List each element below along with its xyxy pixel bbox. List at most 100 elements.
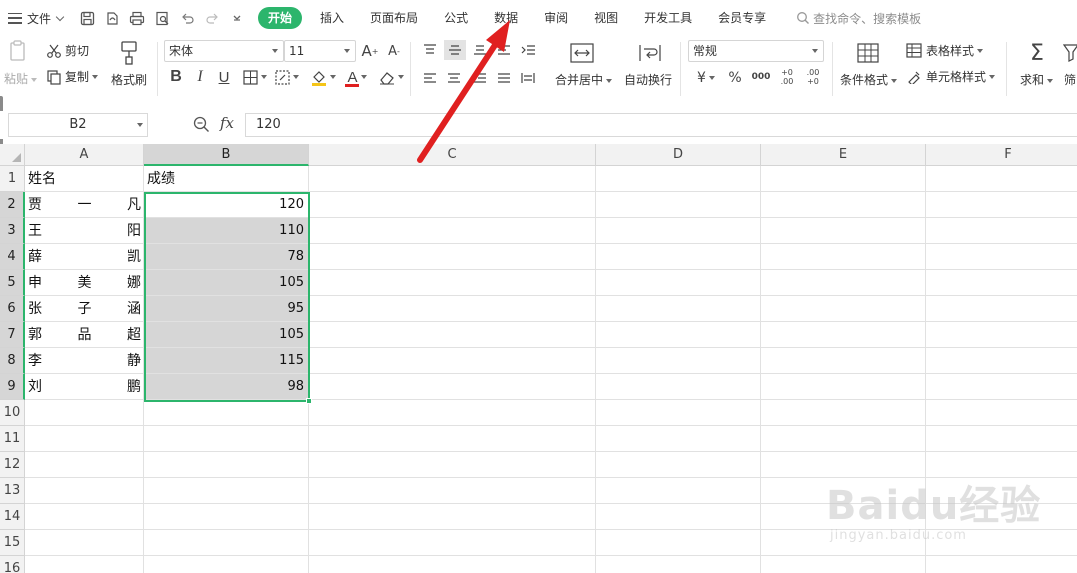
column-header-a[interactable]: A [25, 144, 144, 166]
number-format-select[interactable]: 常规 [688, 40, 824, 62]
empty-cell[interactable] [309, 452, 596, 478]
empty-cell[interactable] [309, 530, 596, 556]
sum-icon[interactable]: Σ [1024, 40, 1050, 66]
tab-insert[interactable]: 插入 [308, 7, 356, 29]
font-color-button[interactable]: A [343, 66, 371, 88]
empty-cell[interactable] [761, 426, 926, 452]
redo-icon[interactable] [202, 8, 222, 28]
empty-cell[interactable] [596, 244, 761, 270]
column-header-c[interactable]: C [309, 144, 596, 166]
empty-cell[interactable] [25, 400, 144, 426]
copy-button[interactable]: 复制 [46, 68, 99, 85]
align-top-icon[interactable] [420, 40, 440, 60]
empty-cell[interactable] [144, 556, 309, 573]
print-icon[interactable] [127, 8, 147, 28]
empty-cell[interactable] [596, 374, 761, 400]
empty-cell[interactable] [596, 322, 761, 348]
text-direction-icon[interactable] [494, 40, 514, 60]
cell-b9[interactable]: 98 [144, 374, 309, 400]
empty-cell[interactable] [596, 504, 761, 530]
row-header[interactable]: 10 [0, 400, 25, 426]
empty-cell[interactable] [596, 192, 761, 218]
percent-format-button[interactable]: % [726, 68, 744, 88]
decrease-decimal-button[interactable]: .00 +0 [802, 66, 824, 88]
empty-cell[interactable] [926, 322, 1077, 348]
empty-cell[interactable] [309, 426, 596, 452]
cut-button[interactable]: 剪切 [46, 42, 89, 59]
empty-cell[interactable] [761, 244, 926, 270]
wrap-text-button[interactable]: 自动换行 [624, 71, 672, 88]
empty-cell[interactable] [144, 400, 309, 426]
row-header[interactable]: 11 [0, 426, 25, 452]
empty-cell[interactable] [761, 192, 926, 218]
empty-cell[interactable] [761, 452, 926, 478]
font-name-select[interactable]: 宋体 [164, 40, 284, 62]
tab-page-layout[interactable]: 页面布局 [358, 7, 430, 29]
align-center-icon[interactable] [444, 68, 464, 88]
row-header[interactable]: 6 [0, 296, 25, 322]
distribute-icon[interactable] [518, 68, 538, 88]
empty-cell[interactable] [144, 478, 309, 504]
cell-b3[interactable]: 110 [144, 218, 309, 244]
empty-cell[interactable] [926, 556, 1077, 573]
tab-review[interactable]: 审阅 [532, 7, 580, 29]
empty-cell[interactable] [761, 504, 926, 530]
empty-cell[interactable] [309, 478, 596, 504]
empty-cell[interactable] [761, 218, 926, 244]
empty-cell[interactable] [309, 166, 596, 192]
increase-decimal-button[interactable]: +0 .00 [776, 66, 798, 88]
row-header[interactable]: 2 [0, 192, 25, 218]
empty-cell[interactable] [926, 374, 1077, 400]
align-bottom-icon[interactable] [470, 40, 490, 60]
currency-format-button[interactable]: ¥ [692, 68, 720, 88]
empty-cell[interactable] [761, 166, 926, 192]
empty-cell[interactable] [309, 322, 596, 348]
tab-developer[interactable]: 开发工具 [632, 7, 704, 29]
format-painter-button[interactable]: 格式刷 [111, 71, 147, 88]
table-style-button[interactable]: 表格样式 [906, 42, 984, 59]
column-header-e[interactable]: E [761, 144, 926, 166]
increase-font-icon[interactable]: A + [360, 40, 380, 62]
row-header[interactable]: 8 [0, 348, 25, 374]
command-search[interactable]: 查找命令、搜索模板 [796, 10, 921, 27]
empty-cell[interactable] [926, 270, 1077, 296]
tab-home[interactable]: 开始 [258, 7, 303, 29]
tab-formulas[interactable]: 公式 [432, 7, 480, 29]
clear-format-button[interactable] [377, 66, 405, 88]
empty-cell[interactable] [25, 556, 144, 573]
empty-cell[interactable] [25, 530, 144, 556]
empty-cell[interactable] [926, 348, 1077, 374]
empty-cell[interactable] [596, 218, 761, 244]
conditional-format-icon[interactable] [856, 42, 880, 64]
empty-cell[interactable] [596, 348, 761, 374]
cell-b2[interactable]: 120 [144, 192, 309, 218]
empty-cell[interactable] [761, 348, 926, 374]
empty-cell[interactable] [144, 530, 309, 556]
empty-cell[interactable] [596, 400, 761, 426]
indent-icon[interactable] [518, 40, 538, 60]
tab-member[interactable]: 会员专享 [706, 7, 778, 29]
empty-cell[interactable] [761, 296, 926, 322]
row-header[interactable]: 3 [0, 218, 25, 244]
bold-button[interactable]: B [166, 66, 186, 88]
empty-cell[interactable] [309, 244, 596, 270]
zoom-formula-icon[interactable] [193, 116, 210, 136]
row-header[interactable]: 14 [0, 504, 25, 530]
column-header-d[interactable]: D [596, 144, 761, 166]
row-header[interactable]: 4 [0, 244, 25, 270]
cell-a7[interactable]: 郭品超 [25, 322, 144, 348]
empty-cell[interactable] [309, 218, 596, 244]
cell-style-button[interactable]: 单元格样式 [906, 68, 996, 85]
empty-cell[interactable] [926, 296, 1077, 322]
empty-cell[interactable] [596, 452, 761, 478]
empty-cell[interactable] [761, 400, 926, 426]
empty-cell[interactable] [25, 478, 144, 504]
select-all-button[interactable] [0, 144, 25, 166]
paste-button[interactable]: 粘贴 [4, 70, 38, 87]
cell-a9[interactable]: 刘鹏 [25, 374, 144, 400]
insert-function-button[interactable]: fx [220, 114, 234, 132]
column-header-f[interactable]: F [926, 144, 1077, 166]
empty-cell[interactable] [761, 374, 926, 400]
filter-button[interactable]: 筛 [1064, 71, 1076, 88]
cell-a5[interactable]: 申美娜 [25, 270, 144, 296]
